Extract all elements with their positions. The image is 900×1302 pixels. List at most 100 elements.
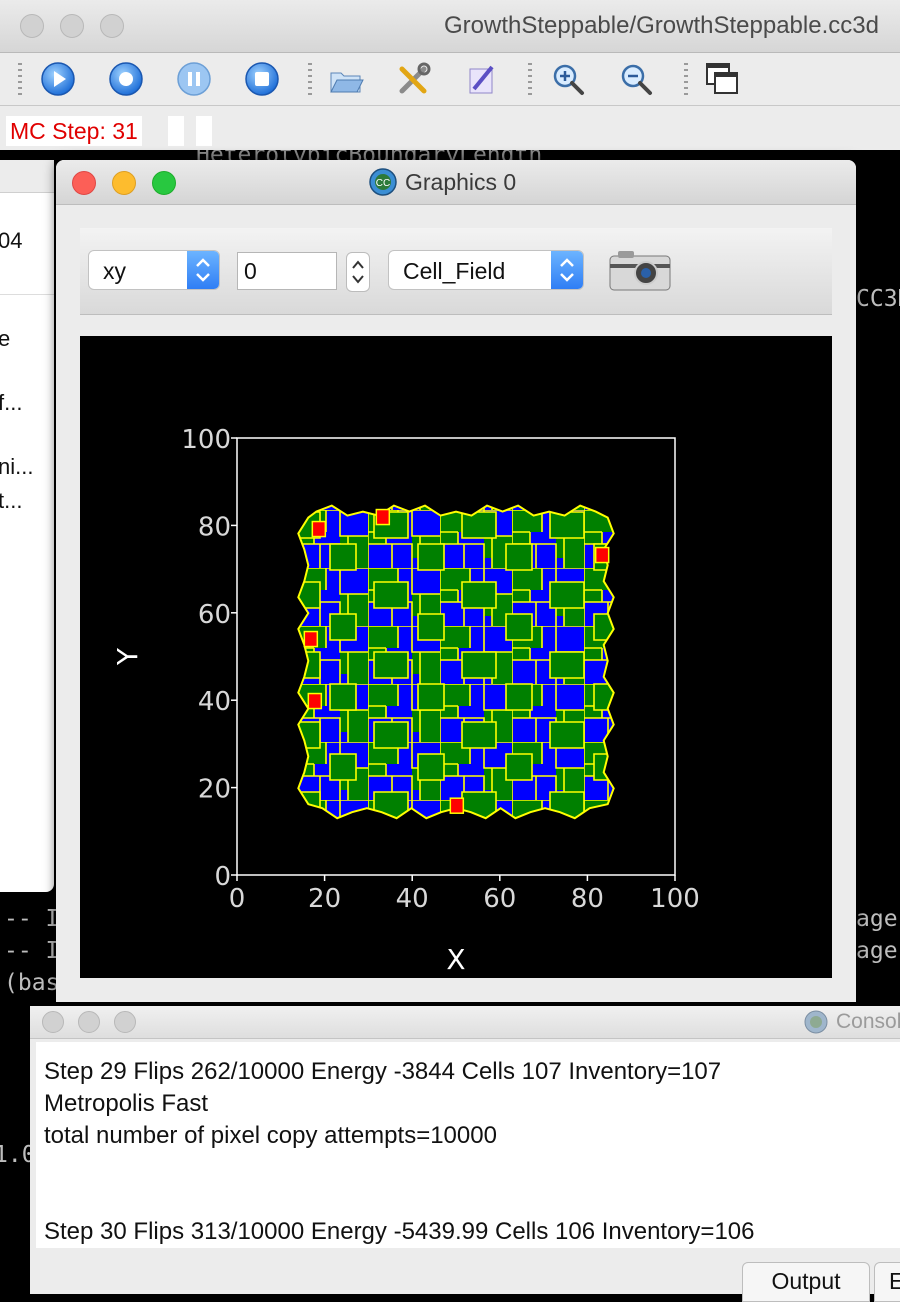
chevron-updown-icon [551,251,583,289]
x-axis-label: X [446,943,465,976]
plane-select[interactable]: xy [88,250,220,290]
terminal-line: -- I [4,906,60,932]
y-tick-label: 40 [198,687,231,717]
preferences-tools-icon [399,62,431,94]
screenshot-button[interactable] [608,248,672,294]
x-tick-label: 40 [396,884,429,914]
y-tick-label: 80 [198,512,231,542]
close-window-button[interactable] [42,1011,64,1033]
status-field [168,116,184,146]
red-cell [307,692,323,710]
stop-icon [245,62,279,96]
left-window-text: e [0,326,11,351]
plane-position-input[interactable] [237,252,337,290]
terminal-line: (bas [4,970,60,996]
step-button[interactable] [108,61,144,97]
open-file-icon [330,72,364,93]
graphics-controls-bar: xy Cell_Field [80,228,832,315]
terminal-right-line: age [856,906,898,932]
window-title: GrowthSteppable/GrowthSteppable.cc3d [444,12,879,39]
status-field [196,116,212,146]
zoom-out-icon [621,64,652,95]
zoom-in-button[interactable] [550,61,586,97]
zoom-window-button[interactable] [152,171,176,195]
new-graphics-window-icon [706,63,738,94]
svg-text:CC: CC [376,178,390,189]
toolbar-separator [18,63,22,95]
left-window-text: ni... [0,454,34,479]
red-cell [375,508,391,526]
zoom-window-button[interactable] [100,14,124,38]
y-axis-label: Y [111,647,144,666]
plane-select-value: xy [103,258,126,284]
toolbar-separator [684,63,688,95]
chevron-updown-icon [187,251,219,289]
terminal-right-text: CC3D [856,286,900,312]
cell-cluster [297,504,615,820]
main-window: GrowthSteppable/GrowthSteppable.cc3d MC … [0,0,900,150]
graphics-titlebar: CC Graphics 0 [56,160,856,205]
left-window-text: t... [0,488,23,513]
console-line: Step 30 Flips 313/10000 Energy -5439.99 … [44,1218,755,1245]
red-cell [449,797,465,814]
x-tick-label: 80 [571,884,604,914]
minimize-window-button[interactable] [78,1011,100,1033]
minimize-window-button[interactable] [112,171,136,195]
console-line: Step 29 Flips 262/10000 Energy -3844 Cel… [44,1058,722,1085]
y-tick-label: 100 [181,425,231,455]
console-titlebar: Console [30,1006,900,1039]
left-window-text: 04 [0,228,23,253]
red-cell [594,546,610,564]
pause-icon [177,62,211,96]
toolbar-separator [528,63,532,95]
preferences-button[interactable] [396,61,432,97]
cell-field-plot: 0 20 40 60 80 100 0 20 40 60 80 100 X Y [111,425,700,976]
new-graphics-window-button[interactable] [704,61,740,97]
toolbar-separator [308,63,312,95]
console-output[interactable]: Step 29 Flips 262/10000 Energy -3844 Cel… [36,1042,900,1248]
x-tick-label: 100 [650,884,700,914]
pause-button[interactable] [176,61,212,97]
x-tick-label: 60 [483,884,516,914]
run-icon [41,62,75,96]
run-button[interactable] [40,61,76,97]
close-window-button[interactable] [72,171,96,195]
field-select[interactable]: Cell_Field [388,250,584,290]
left-window-text: f... [0,390,23,415]
graphics-title-group: CC Graphics 0 [369,168,516,196]
field-select-value: Cell_Field [403,258,506,284]
terminal-line: -- I [4,938,60,964]
plane-position-stepper[interactable] [346,252,370,292]
stop-button[interactable] [244,61,280,97]
console-window: Console Step 29 Flips 262/10000 Energy -… [30,1006,900,1302]
y-tick-label: 60 [198,600,231,630]
toolbar [0,53,900,106]
tab-errors[interactable]: E [874,1262,900,1302]
zoom-window-button[interactable] [114,1011,136,1033]
edit-pencil-icon [469,65,494,94]
close-window-button[interactable] [20,14,44,38]
console-line: Metropolis Fast [44,1090,209,1117]
console-title: Console [836,1010,900,1033]
step-icon [109,62,143,96]
left-window-header [0,160,54,193]
y-tick-label: 20 [198,775,231,805]
graphics-window: CC Graphics 0 xy Cell_Field [56,160,856,1002]
console-line: total number of pixel copy attempts=1000… [44,1122,497,1149]
stepper-arrows-icon [352,260,364,284]
left-partial-window: 04 e f... ni... t... [0,160,54,892]
cell-cluster-overlay [298,505,614,819]
zoom-in-icon [553,64,584,95]
divider [0,294,54,295]
x-tick-label: 0 [229,884,246,914]
zoom-out-button[interactable] [618,61,654,97]
mc-step-label: MC Step: 31 [6,116,142,146]
edit-button[interactable] [464,61,500,97]
tab-output[interactable]: Output [742,1262,870,1302]
open-file-button[interactable] [328,61,364,97]
cell-field-canvas[interactable]: 0 20 40 60 80 100 0 20 40 60 80 100 X Y [80,336,832,978]
graphics-window-title: Graphics 0 [405,168,517,195]
minimize-window-button[interactable] [60,14,84,38]
cc3d-logo-icon [804,1010,828,1034]
red-cell [303,630,319,648]
